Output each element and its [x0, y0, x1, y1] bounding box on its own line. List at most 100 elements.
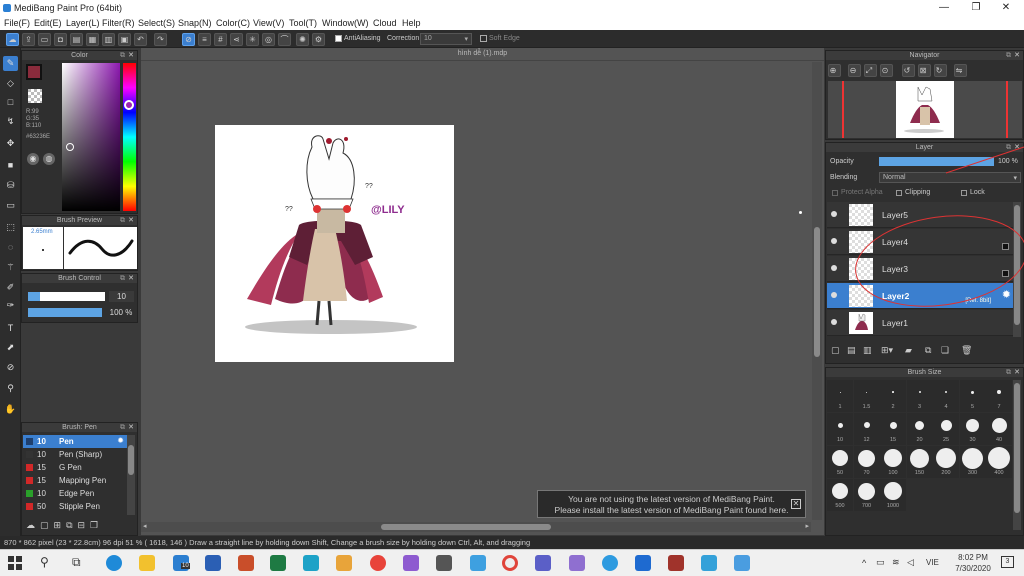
mail-icon[interactable]: 10: [173, 555, 190, 571]
menu-view[interactable]: View(V): [253, 18, 284, 28]
brush-size-option[interactable]: 50: [827, 446, 853, 478]
close-icon[interactable]: ✕: [1014, 368, 1020, 377]
antialias-checkbox[interactable]: [335, 35, 342, 42]
scroll-right-icon[interactable]: ▸: [805, 522, 809, 530]
menu-snap[interactable]: Snap(N): [178, 18, 212, 28]
drawing-canvas[interactable]: ?? ?? @LILY: [215, 125, 454, 362]
zoom-in-icon[interactable]: ⊕: [828, 64, 841, 77]
teams-icon[interactable]: [535, 555, 551, 571]
menu-window[interactable]: Window(W): [322, 18, 369, 28]
select-pen-icon[interactable]: ✐: [3, 280, 18, 295]
zoom-out-icon[interactable]: ⊖: [848, 64, 861, 77]
float-icon[interactable]: ⧉: [1006, 368, 1011, 377]
brush-size-option[interactable]: 40: [986, 413, 1012, 445]
operation-tool-icon[interactable]: ⬈: [3, 340, 18, 355]
menu-color[interactable]: Color(C): [216, 18, 250, 28]
close-icon[interactable]: ✕: [1014, 51, 1020, 60]
powerpoint-icon[interactable]: [238, 555, 254, 571]
photos-icon[interactable]: [635, 555, 651, 571]
brush-list-scrollbar[interactable]: [127, 435, 135, 515]
copy-brush-icon[interactable]: ⧉: [66, 520, 77, 530]
brush-size-option[interactable]: 15: [880, 413, 906, 445]
color-history-icon[interactable]: ◍: [43, 153, 55, 165]
snap-settings-icon[interactable]: ✺: [296, 33, 309, 46]
edge-icon[interactable]: [106, 555, 122, 571]
soft-edge-checkbox[interactable]: [480, 35, 487, 42]
eraser-tool-icon[interactable]: ◇: [3, 76, 18, 91]
app-icon-violet[interactable]: [569, 555, 585, 571]
brush-item-edge-pen[interactable]: 10 Edge Pen: [23, 487, 127, 500]
transparent-swatch[interactable]: [28, 89, 42, 103]
text-tool-icon[interactable]: T: [3, 321, 18, 336]
save-icon[interactable]: ⇪: [22, 33, 35, 46]
notification-line-2[interactable]: Please install the latest version of Med…: [538, 505, 805, 516]
rotate-left-icon[interactable]: ↺: [902, 64, 915, 77]
dot-tool-icon[interactable]: □: [3, 95, 18, 110]
merge-layer-icon[interactable]: ❏: [941, 345, 949, 356]
close-notification-icon[interactable]: ✕: [791, 499, 801, 509]
clock-time[interactable]: 8:02 PM: [953, 553, 993, 562]
windows-start-icon[interactable]: [8, 556, 22, 570]
delete-brush-icon[interactable]: ⊟: [78, 520, 91, 530]
app-icon-orange[interactable]: [336, 555, 352, 571]
brush-size-scrollbar[interactable]: [1013, 380, 1021, 530]
close-icon[interactable]: ✕: [128, 216, 134, 225]
brush-item-g-pen[interactable]: 15 G Pen: [23, 461, 127, 474]
undo-icon[interactable]: ↶: [134, 33, 147, 46]
file-explorer-icon[interactable]: [139, 555, 155, 571]
new-8bit-layer-icon[interactable]: ▥: [863, 345, 872, 356]
divide-tool-icon[interactable]: ↯: [3, 114, 18, 129]
add-brush-icon[interactable]: ⊞: [54, 520, 67, 530]
delete-layer-icon[interactable]: 🗑: [961, 345, 972, 356]
magic-wand-icon[interactable]: ⚚: [3, 260, 18, 275]
wifi-icon[interactable]: ≋: [892, 557, 900, 568]
minimize-button[interactable]: —: [932, 1, 956, 15]
menu-file[interactable]: File(F): [4, 18, 30, 28]
gear-icon[interactable]: ✹: [117, 436, 124, 445]
hue-slider-handle[interactable]: [124, 100, 134, 110]
saturation-value-picker[interactable]: [62, 63, 120, 211]
brush-size-value[interactable]: 10: [109, 291, 134, 302]
menu-help[interactable]: Help: [402, 18, 421, 28]
radial-snap-icon[interactable]: ✳: [246, 33, 259, 46]
tray-chevron-icon[interactable]: ^: [862, 558, 866, 568]
comment-icon[interactable]: ▭: [38, 33, 51, 46]
upload-icon[interactable]: ◘: [54, 33, 67, 46]
bucket-tool-icon[interactable]: ⛁: [3, 178, 18, 193]
brush-size-option[interactable]: 5: [959, 380, 986, 412]
app-icon-sky[interactable]: [701, 555, 717, 571]
reset-rotate-icon[interactable]: ⊠: [918, 64, 931, 77]
brush-size-option[interactable]: 7: [986, 380, 1012, 412]
horizontal-scrollbar[interactable]: ◂ ▸: [141, 522, 811, 532]
brush-size-option[interactable]: 12: [853, 413, 880, 445]
brush-opacity-slider[interactable]: [28, 308, 102, 317]
move-tool-icon[interactable]: ✥: [3, 136, 18, 151]
vertical-scrollbar-thumb[interactable]: [814, 227, 820, 357]
word-icon[interactable]: [205, 555, 221, 571]
new-folder-icon[interactable]: ▰: [905, 345, 912, 356]
brush-size-option[interactable]: 10: [827, 413, 853, 445]
brush-size-option[interactable]: 1.5: [853, 380, 880, 412]
brush-size-option[interactable]: 3: [906, 380, 933, 412]
navigator-preview[interactable]: [828, 81, 1022, 138]
select-tool-icon[interactable]: ⬚: [3, 220, 18, 235]
cloud-brush-icon[interactable]: ☁: [26, 520, 40, 530]
redo-icon[interactable]: ↷: [154, 33, 167, 46]
brush-size-option[interactable]: 300: [959, 446, 986, 478]
layout-icon[interactable]: ▥: [102, 33, 115, 46]
lasso-tool-icon[interactable]: ◌: [3, 240, 18, 255]
panel-icon[interactable]: ▦: [86, 33, 99, 46]
menu-filter[interactable]: Filter(R): [102, 18, 135, 28]
network-icon[interactable]: ▭: [876, 557, 885, 568]
notification-center-icon[interactable]: 3: [1001, 556, 1014, 568]
medibang-taskbar-icon[interactable]: [470, 555, 486, 571]
update-notification[interactable]: You are not using the latest version of …: [537, 490, 806, 518]
brush-size-option[interactable]: 150: [906, 446, 933, 478]
app-icon-purple[interactable]: [403, 555, 419, 571]
excel-icon[interactable]: [270, 555, 286, 571]
brush-item-stipple-pen[interactable]: 50 Stipple Pen: [23, 500, 127, 513]
parallel-snap-icon[interactable]: ≡: [198, 33, 211, 46]
grid-icon[interactable]: ▤: [70, 33, 83, 46]
brush-item-mapping-pen[interactable]: 15 Mapping Pen: [23, 474, 127, 487]
menu-layer[interactable]: Layer(L): [66, 18, 100, 28]
